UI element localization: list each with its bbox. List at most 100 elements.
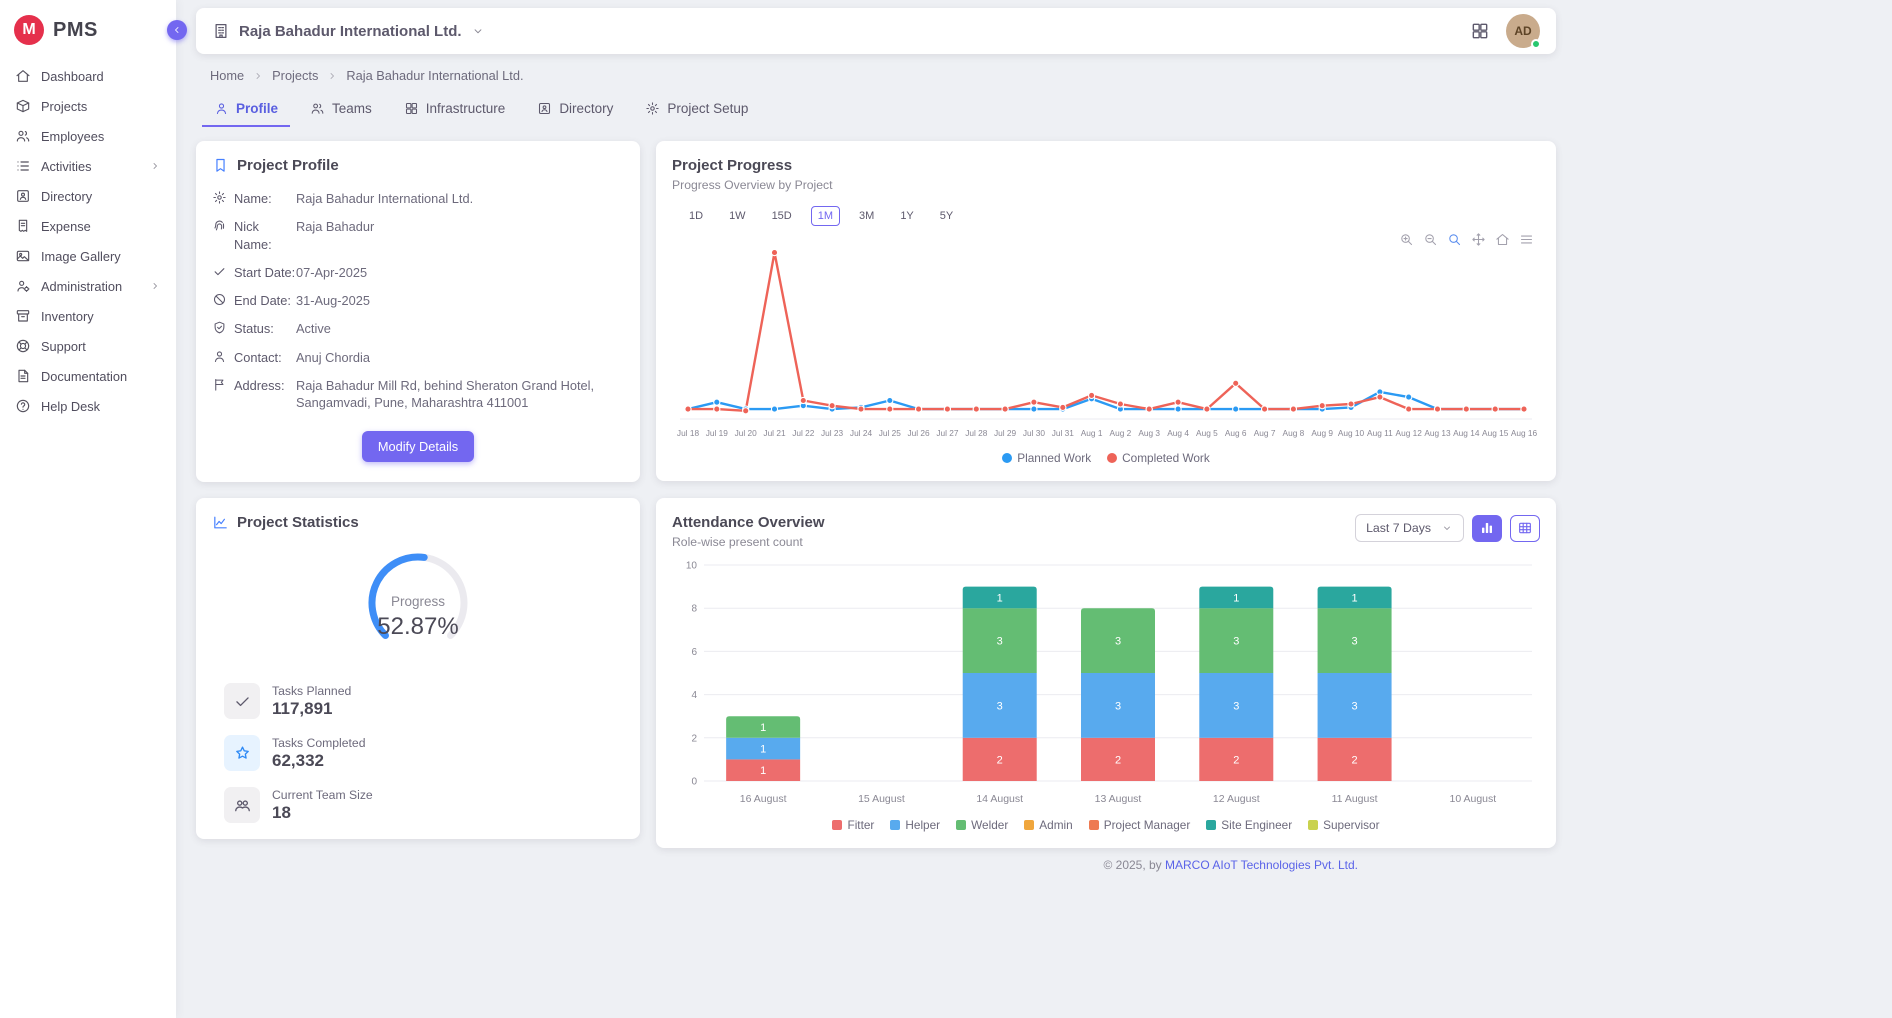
svg-text:2: 2	[1352, 754, 1358, 766]
stat-value: 117,891	[272, 699, 351, 719]
range-button-15d[interactable]: 15D	[765, 206, 799, 226]
company-selector[interactable]: Raja Bahadur International Ltd.	[212, 22, 485, 40]
legend-helper[interactable]: Helper	[890, 818, 940, 832]
svg-text:Aug 6: Aug 6	[1225, 428, 1247, 438]
svg-text:Jul 28: Jul 28	[965, 428, 988, 438]
legend-label: Completed Work	[1122, 451, 1210, 465]
modify-details-button[interactable]: Modify Details	[362, 431, 474, 462]
sidebar-collapse-button[interactable]	[167, 20, 187, 40]
contact-icon	[537, 101, 552, 116]
user-avatar[interactable]: AD	[1506, 14, 1540, 48]
svg-text:Aug 5: Aug 5	[1196, 428, 1218, 438]
range-button-3m[interactable]: 3M	[852, 206, 881, 226]
svg-text:2: 2	[1115, 754, 1121, 766]
chart-view-button[interactable]	[1472, 515, 1502, 542]
legend-welder[interactable]: Welder	[956, 818, 1008, 832]
range-button-1y[interactable]: 1Y	[893, 206, 920, 226]
avatar-initials: AD	[1514, 24, 1531, 38]
sidebar-item-help-desk[interactable]: Help Desk	[0, 391, 176, 421]
field-value: Anuj Chordia	[296, 349, 370, 366]
sidebar-item-expense[interactable]: Expense	[0, 211, 176, 241]
sidebar-item-support[interactable]: Support	[0, 331, 176, 361]
sidebar-item-employees[interactable]: Employees	[0, 121, 176, 151]
sidebar-item-label: Support	[41, 339, 86, 354]
field-value: Raja Bahadur	[296, 218, 374, 235]
zoom-out-icon[interactable]	[1423, 232, 1438, 247]
legend-completed-work[interactable]: Completed Work	[1107, 451, 1210, 465]
selection-zoom-icon[interactable]	[1447, 232, 1462, 247]
legend-marker	[1089, 820, 1099, 830]
tab-infrastructure[interactable]: Infrastructure	[392, 91, 518, 127]
tab-directory[interactable]: Directory	[525, 91, 625, 127]
legend-supervisor[interactable]: Supervisor	[1308, 818, 1379, 832]
tab-bar: ProfileTeamsInfrastructureDirectoryProje…	[202, 91, 1556, 127]
sidebar-item-label: Activities	[41, 159, 92, 174]
legend-planned-work[interactable]: Planned Work	[1002, 451, 1091, 465]
range-button-1d[interactable]: 1D	[682, 206, 710, 226]
svg-text:0: 0	[691, 777, 697, 788]
legend-label: Fitter	[847, 818, 874, 832]
svg-text:Aug 11: Aug 11	[1367, 428, 1393, 438]
svg-text:52.87%: 52.87%	[377, 613, 458, 640]
svg-text:13 August: 13 August	[1095, 793, 1142, 805]
svg-text:2: 2	[997, 754, 1003, 766]
app-logo[interactable]: M PMS	[0, 0, 176, 61]
sidebar-item-inventory[interactable]: Inventory	[0, 301, 176, 331]
receipt-icon	[15, 218, 31, 234]
sidebar-item-documentation[interactable]: Documentation	[0, 361, 176, 391]
legend-label: Planned Work	[1017, 451, 1091, 465]
svg-text:Aug 10: Aug 10	[1338, 428, 1365, 438]
sidebar-item-label: Inventory	[41, 309, 94, 324]
sidebar-item-administration[interactable]: Administration	[0, 271, 176, 301]
shield-check-icon	[212, 320, 227, 335]
svg-text:6: 6	[691, 647, 697, 658]
home-icon[interactable]	[1495, 232, 1510, 247]
legend-label: Supervisor	[1323, 818, 1379, 832]
svg-text:Jul 20: Jul 20	[735, 428, 758, 438]
table-view-button[interactable]	[1510, 515, 1540, 542]
breadcrumb-item-home[interactable]: Home	[210, 68, 244, 83]
legend-project-manager[interactable]: Project Manager	[1089, 818, 1191, 832]
sidebar-item-image-gallery[interactable]: Image Gallery	[0, 241, 176, 271]
sidebar-item-label: Directory	[41, 189, 92, 204]
svg-text:Jul 26: Jul 26	[908, 428, 931, 438]
range-button-1w[interactable]: 1W	[722, 206, 753, 226]
attendance-title: Attendance Overview	[672, 514, 825, 531]
tab-teams[interactable]: Teams	[298, 91, 384, 127]
range-button-1m[interactable]: 1M	[811, 206, 840, 226]
tab-project-setup[interactable]: Project Setup	[633, 91, 760, 127]
menu-icon[interactable]	[1519, 232, 1534, 247]
svg-text:Jul 27: Jul 27	[936, 428, 959, 438]
sidebar-item-projects[interactable]: Projects	[0, 91, 176, 121]
svg-text:Aug 15: Aug 15	[1482, 428, 1509, 438]
home-icon	[15, 68, 31, 84]
sidebar-item-label: Expense	[41, 219, 91, 234]
sidebar-item-activities[interactable]: Activities	[0, 151, 176, 181]
legend-site-engineer[interactable]: Site Engineer	[1206, 818, 1292, 832]
attendance-range-select[interactable]: Last 7 Days	[1355, 514, 1464, 542]
chevron-left-icon	[171, 24, 183, 36]
sidebar-item-dashboard[interactable]: Dashboard	[0, 61, 176, 91]
tab-profile[interactable]: Profile	[202, 91, 290, 127]
range-button-5y[interactable]: 5Y	[933, 206, 960, 226]
contact-icon	[15, 188, 31, 204]
stat-tasks-completed: Tasks Completed62,332	[224, 735, 624, 771]
sidebar-item-label: Documentation	[41, 369, 127, 384]
project-statistics-card: Project Statistics Progress52.87% Tasks …	[196, 498, 640, 839]
breadcrumb-item-projects[interactable]: Projects	[272, 68, 318, 83]
pan-icon[interactable]	[1471, 232, 1486, 247]
legend-fitter[interactable]: Fitter	[832, 818, 874, 832]
app-name: PMS	[53, 19, 98, 42]
field-label: Start Date:	[234, 264, 296, 281]
zoom-in-icon[interactable]	[1399, 232, 1414, 247]
sidebar-item-directory[interactable]: Directory	[0, 181, 176, 211]
field-value: 31-Aug-2025	[296, 292, 370, 309]
attendance-bar-chart[interactable]: 024681011116 August15 August233114 Augus…	[672, 555, 1540, 811]
apps-grid-icon[interactable]	[1470, 21, 1490, 41]
footer-link[interactable]: MARCO AIoT Technologies Pvt. Ltd.	[1165, 858, 1358, 872]
svg-text:3: 3	[1115, 636, 1121, 648]
legend-admin[interactable]: Admin	[1024, 818, 1072, 832]
legend-marker	[1107, 453, 1117, 463]
project-progress-chart[interactable]: Jul 18Jul 19Jul 20Jul 21Jul 22Jul 23Jul …	[672, 230, 1540, 444]
logo-icon: M	[14, 15, 44, 45]
